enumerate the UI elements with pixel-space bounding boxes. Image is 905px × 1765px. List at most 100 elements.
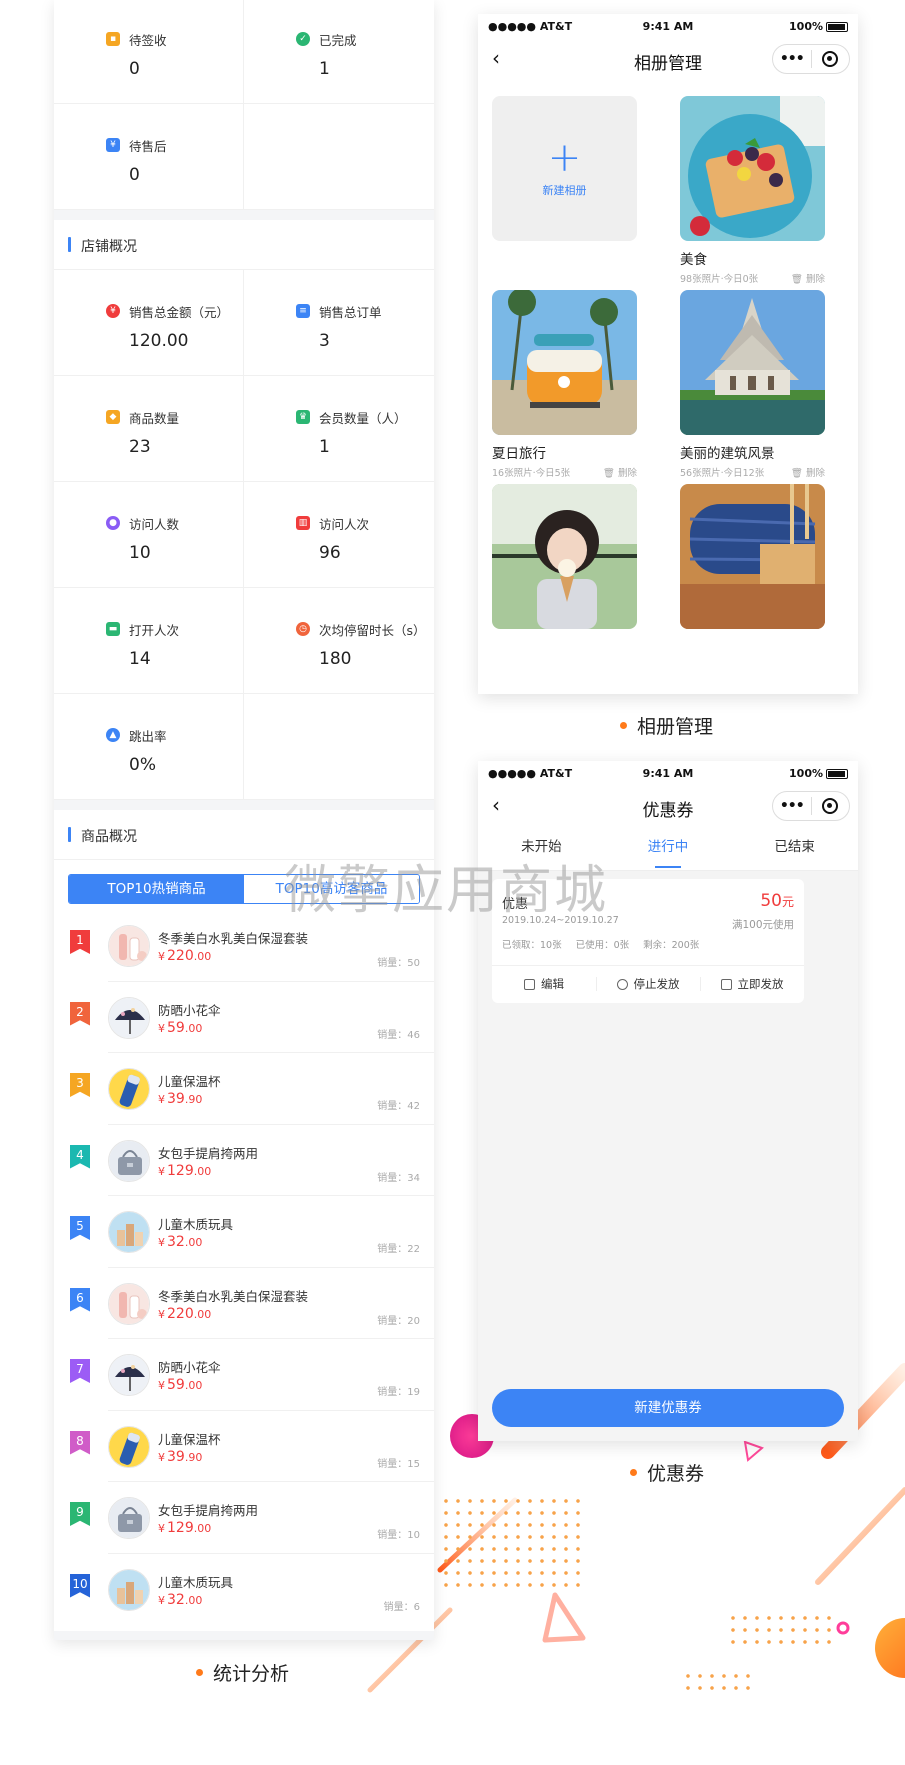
- caption-text: 相册管理: [637, 716, 714, 738]
- album-meta: 56张照片·今日12张 🗑 删除: [680, 465, 825, 479]
- album-meta: 16张照片·今日5张 🗑 删除: [492, 465, 637, 479]
- album-card[interactable]: 夏日旅行 16张照片·今日5张 🗑 删除: [492, 290, 637, 479]
- rank-badge: 3: [70, 1073, 90, 1097]
- table-row[interactable]: 9 女包手提肩挎两用 ¥129.00 销量：10: [54, 1482, 434, 1554]
- watermark-text: 微擎应用商城: [284, 861, 609, 921]
- battery-percent: 100%: [789, 20, 823, 33]
- product-thumbnail: [108, 1497, 150, 1539]
- table-row[interactable]: 4 女包手提肩挎两用 ¥129.00 销量：34: [54, 1125, 434, 1196]
- stop-issue-button[interactable]: 停止发放: [596, 965, 700, 1003]
- product-thumbnail: [108, 1568, 150, 1611]
- price-currency: ¥: [158, 1164, 165, 1178]
- more-dots-icon[interactable]: •••: [773, 798, 811, 814]
- price-currency: ¥: [158, 950, 165, 963]
- table-row[interactable]: 2 防晒小花伞 ¥59.00 销量：46: [54, 982, 434, 1053]
- delete-action[interactable]: 🗑 删除: [791, 271, 825, 285]
- album-cover-thread: [680, 484, 825, 629]
- album-cover-temple: [680, 290, 825, 435]
- stat-label: 访问人次: [319, 517, 370, 532]
- album-card[interactable]: [680, 484, 825, 629]
- price-integer: 39: [167, 1091, 185, 1107]
- table-row[interactable]: 8 儿童保温杯 ¥39.90 销量：15: [54, 1411, 434, 1482]
- rank-badge: 5: [70, 1216, 90, 1240]
- close-target-icon[interactable]: [812, 798, 850, 814]
- stat-completed: ✓ 已完成 1: [244, 0, 434, 104]
- product-name: 女包手提肩挎两用: [158, 1145, 259, 1161]
- product-thumbnail: [108, 1139, 150, 1182]
- stat-label: 商品数量: [129, 411, 180, 426]
- table-row[interactable]: 10 儿童木质玩具 ¥32.00 销量：6: [54, 1554, 434, 1626]
- album-card[interactable]: 美食 98张照片·今日0张 🗑 删除: [680, 96, 825, 285]
- issue-now-button[interactable]: 立即发放: [700, 965, 804, 1003]
- tab-ended[interactable]: 已结束: [731, 827, 858, 870]
- album-count: 56张照片·今日12张: [680, 468, 765, 479]
- album-name: 美丽的建筑风景: [680, 446, 775, 462]
- battery-status: 100%: [789, 20, 848, 33]
- more-dots-icon[interactable]: •••: [773, 51, 811, 67]
- product-sales: 销量：22: [377, 1244, 420, 1255]
- stat-visits: ▥ 访问人次 96: [244, 482, 434, 588]
- product-price: ¥59.00: [158, 1020, 202, 1036]
- new-coupon-button[interactable]: 新建优惠券: [492, 1389, 844, 1427]
- product-name: 女包手提肩挎两用: [158, 1503, 259, 1518]
- trash-icon: 🗑: [790, 468, 803, 479]
- order-stats-grid: ▪ 待签收 0 ✓ 已完成 1 ¥ 待售后 0: [54, 0, 434, 210]
- caption-text: 优惠券: [647, 1463, 705, 1485]
- caption-dot: [620, 722, 627, 729]
- price-currency: ¥: [158, 1021, 165, 1035]
- rank-badge: 8: [70, 1430, 90, 1455]
- nav-bar: ‹ 优惠券 •••: [478, 785, 858, 827]
- battery-icon: [826, 768, 848, 779]
- close-target-icon[interactable]: [812, 51, 850, 67]
- delete-action[interactable]: 🗑 删除: [791, 465, 825, 479]
- stat-empty: [244, 104, 434, 210]
- stat-opens: ▬ 打开人次 14: [54, 588, 244, 694]
- new-album-card[interactable]: + 新建相册: [492, 96, 637, 241]
- dot-pattern: [682, 1670, 758, 1698]
- stat-sales-amount: ¥ 销售总金额（元） 120.00: [54, 270, 244, 376]
- tab-in-progress[interactable]: 进行中: [605, 827, 732, 870]
- store-overview-header: 店铺概况: [54, 220, 434, 270]
- coupon-received: 已领取：10张: [502, 940, 562, 951]
- trash-icon: 🗑: [790, 274, 803, 285]
- stat-value: 120.00: [129, 331, 189, 351]
- rank-badge: 7: [70, 1359, 90, 1383]
- tab-top10-hot[interactable]: TOP10热销商品: [69, 875, 244, 903]
- price-integer: 32: [167, 1591, 185, 1608]
- album-cover-food: [680, 96, 825, 241]
- product-price: ¥39.90: [158, 1091, 202, 1107]
- album-card[interactable]: [492, 484, 637, 629]
- rank-badge: 1: [70, 930, 90, 954]
- album-card[interactable]: 美丽的建筑风景 56张照片·今日12张 🗑 删除: [680, 290, 825, 479]
- table-row[interactable]: 5 儿童木质玩具 ¥32.00 销量：22: [54, 1196, 434, 1268]
- status-bar: ●●●●● AT&T 9:41 AM 100%: [478, 14, 858, 38]
- new-album-button[interactable]: + 新建相册: [492, 96, 637, 241]
- battery-icon: [826, 21, 848, 32]
- edit-button[interactable]: 编辑: [492, 965, 596, 1003]
- coupon-used: 已使用：0张: [575, 940, 630, 951]
- dot-pattern: [440, 1495, 580, 1591]
- stat-label: 待签收: [129, 33, 167, 48]
- delete-action[interactable]: 🗑 删除: [603, 465, 637, 479]
- delete-label: 删除: [805, 274, 825, 285]
- open-icon: ▬: [106, 622, 120, 636]
- action-label: 编辑: [541, 977, 564, 991]
- nav-bar: ‹ 相册管理 •••: [478, 38, 858, 80]
- stat-value: 1: [319, 437, 330, 457]
- stop-icon: [616, 978, 628, 990]
- stat-bounce-rate: ▲ 跳出率 0%: [54, 694, 244, 800]
- target-ring: [822, 51, 839, 67]
- coupon-condition: 满100元使用: [731, 919, 794, 931]
- coupon-amount-unit: 元: [781, 895, 794, 909]
- price-integer: 220: [167, 948, 194, 964]
- caption-stats: 统计分析: [196, 1659, 289, 1686]
- price-integer: 129: [167, 1520, 194, 1536]
- bounce-user-icon: ▲: [106, 728, 120, 742]
- section-title: 店铺概况: [81, 239, 137, 255]
- table-row[interactable]: 6 冬季美白水乳美白保湿套装 ¥220.00 销量：20: [54, 1268, 434, 1339]
- table-row[interactable]: 7 防晒小花伞 ¥59.00 销量：19: [54, 1339, 434, 1411]
- product-name: 儿童木质玩具: [158, 1217, 234, 1232]
- product-sales: 销量：34: [377, 1172, 420, 1184]
- table-row[interactable]: 3 儿童保温杯 ¥39.90 销量：42: [54, 1053, 434, 1125]
- stat-product-count: ◆ 商品数量 23: [54, 376, 244, 482]
